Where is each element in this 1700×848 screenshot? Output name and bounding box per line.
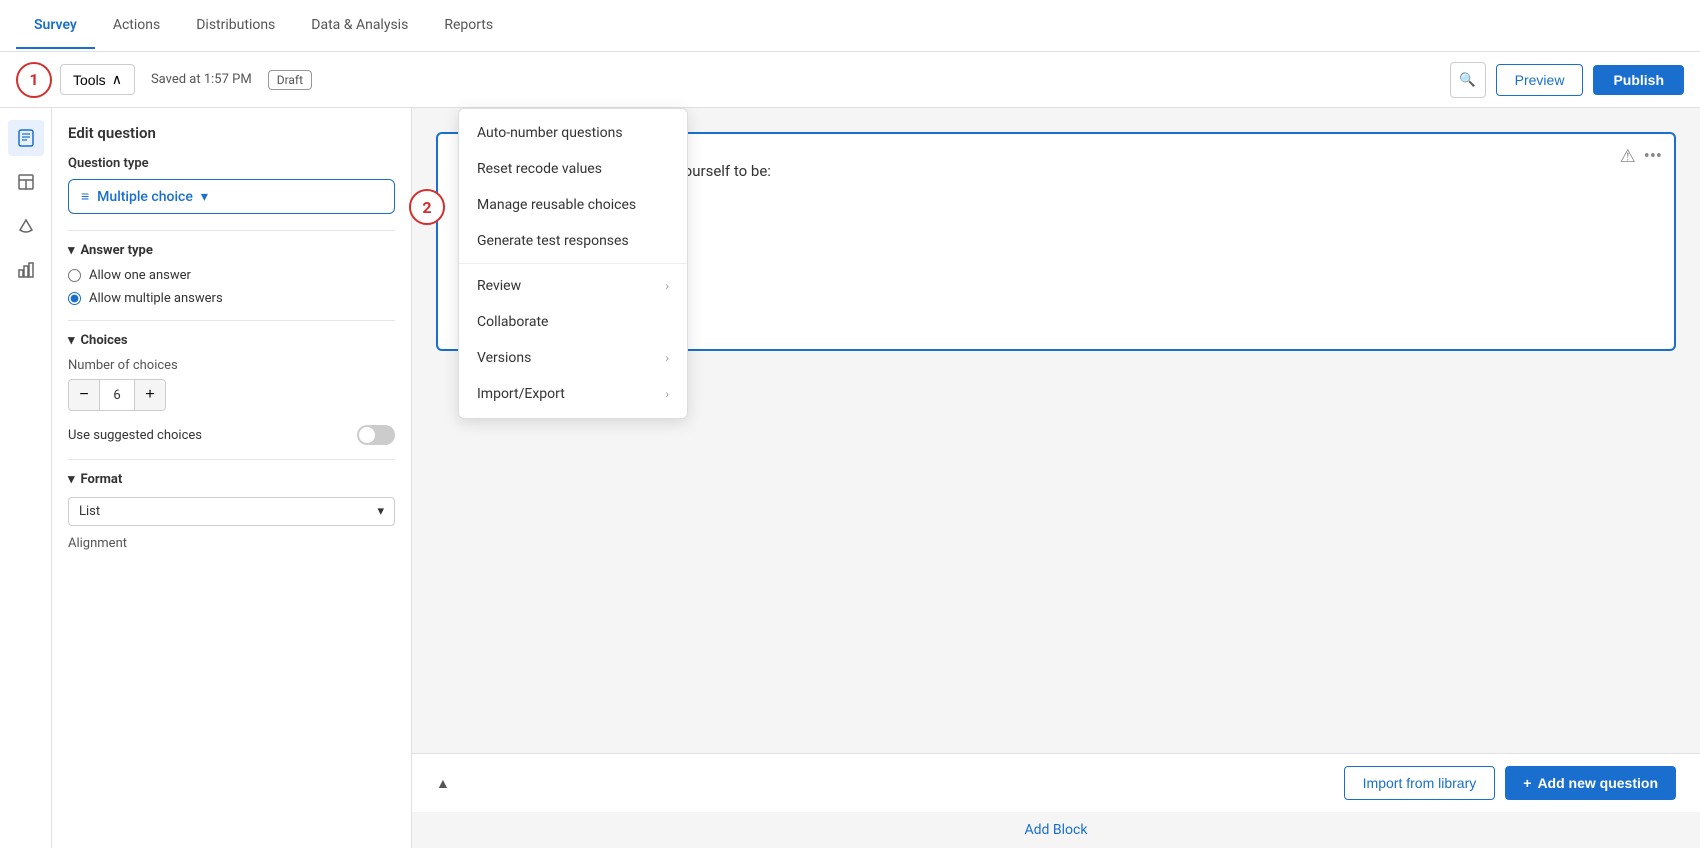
icon-sidebar: [0, 108, 52, 848]
answer-type-header[interactable]: ▾ Answer type: [68, 243, 395, 258]
use-suggested-row: Use suggested choices: [68, 425, 395, 445]
tab-reports[interactable]: Reports: [426, 3, 511, 49]
format-value: List: [79, 504, 100, 519]
sidebar-data-icon[interactable]: [8, 252, 44, 288]
choices-chevron-icon: ▾: [68, 333, 75, 348]
reset-recode-label: Reset recode values: [477, 161, 602, 177]
add-block-bar: Add Block: [412, 812, 1700, 848]
generate-test-label: Generate test responses: [477, 233, 629, 249]
dropdown-item-import-export[interactable]: Import/Export ›: [459, 376, 687, 412]
use-suggested-label: Use suggested choices: [68, 428, 202, 443]
step-badge-2: 2: [409, 189, 445, 225]
import-export-submenu-icon: ›: [665, 387, 669, 401]
toolbar-left: 1 Tools ∧ Saved at 1:57 PM Draft: [16, 62, 1438, 98]
question-card-toolbar: ⚠ •••: [1620, 146, 1662, 167]
question-type-icon: ≡: [81, 188, 89, 205]
question-type-value: Multiple choice: [97, 189, 193, 205]
answer-type-radio-group: Allow one answer Allow multiple answers: [68, 268, 395, 306]
dropdown-item-review[interactable]: Review ›: [459, 268, 687, 304]
bottom-right-actions: Import from library + Add new question: [1344, 766, 1676, 800]
choices-header[interactable]: ▾ Choices: [68, 333, 395, 348]
format-label: Format: [81, 472, 123, 487]
allow-one-label: Allow one answer: [89, 268, 191, 283]
publish-button[interactable]: Publish: [1593, 65, 1684, 95]
more-options-icon[interactable]: •••: [1644, 146, 1662, 167]
top-navigation: Survey Actions Distributions Data & Anal…: [0, 0, 1700, 52]
toolbar-right: 🔍 Preview Publish: [1450, 62, 1684, 98]
step-badge-1: 1: [16, 62, 52, 98]
dropdown-item-versions[interactable]: Versions ›: [459, 340, 687, 376]
plus-icon: +: [1523, 775, 1531, 791]
stepper-plus-button[interactable]: +: [135, 380, 165, 410]
review-label: Review: [477, 278, 521, 294]
format-chevron-icon: ▾: [377, 504, 384, 519]
question-type-label: Question type: [68, 156, 395, 171]
add-question-label: Add new question: [1537, 775, 1658, 791]
auto-number-label: Auto-number questions: [477, 125, 623, 141]
sidebar-survey-icon[interactable]: [8, 120, 44, 156]
choices-label: Choices: [81, 333, 128, 348]
dropdown-item-auto-number[interactable]: Auto-number questions: [459, 115, 687, 151]
use-suggested-toggle[interactable]: [357, 425, 395, 445]
dropdown-item-manage-choices[interactable]: Manage reusable choices: [459, 187, 687, 223]
edit-panel: Edit question Question type ≡ Multiple c…: [52, 108, 412, 848]
sidebar-layout-icon[interactable]: [8, 164, 44, 200]
dropdown-item-generate-test[interactable]: Generate test responses: [459, 223, 687, 259]
question-type-selector[interactable]: ≡ Multiple choice ▾: [68, 179, 395, 214]
tools-chevron-icon: ∧: [112, 71, 122, 88]
tab-distributions[interactable]: Distributions: [178, 3, 293, 49]
divider-3: [68, 459, 395, 460]
collapse-button[interactable]: ▲: [436, 775, 450, 792]
dropdown-item-collaborate[interactable]: Collaborate: [459, 304, 687, 340]
tab-survey[interactable]: Survey: [16, 3, 95, 49]
tools-label: Tools: [73, 72, 106, 88]
search-icon: 🔍: [1459, 72, 1476, 88]
allow-multiple-answer-option[interactable]: Allow multiple answers: [68, 291, 395, 306]
divider-1: [68, 230, 395, 231]
dropdown-item-reset-recode[interactable]: Reset recode values: [459, 151, 687, 187]
format-header[interactable]: ▾ Format: [68, 472, 395, 487]
tools-dropdown-menu: 2 Auto-number questions Reset recode val…: [458, 108, 688, 419]
tab-data-analysis[interactable]: Data & Analysis: [293, 3, 426, 49]
versions-submenu-icon: ›: [665, 351, 669, 365]
divider-2: [68, 320, 395, 321]
bottom-bar: ▲ Import from library + Add new question: [412, 753, 1700, 812]
format-chevron-icon: ▾: [68, 472, 75, 487]
versions-label: Versions: [477, 350, 531, 366]
add-block-link[interactable]: Add Block: [1025, 822, 1088, 838]
preview-button[interactable]: Preview: [1496, 64, 1584, 96]
manage-choices-label: Manage reusable choices: [477, 197, 636, 213]
tools-button[interactable]: Tools ∧: [60, 64, 135, 95]
allow-multiple-label: Allow multiple answers: [89, 291, 223, 306]
dropdown-divider: [459, 263, 687, 264]
add-question-button[interactable]: + Add new question: [1505, 766, 1676, 800]
allow-multiple-radio[interactable]: [68, 292, 81, 305]
import-library-button[interactable]: Import from library: [1344, 766, 1496, 800]
import-export-label: Import/Export: [477, 386, 565, 402]
saved-status: Saved at 1:57 PM: [151, 72, 252, 87]
alignment-label: Alignment: [68, 536, 395, 551]
warning-icon: ⚠: [1620, 146, 1636, 167]
allow-one-answer-option[interactable]: Allow one answer: [68, 268, 395, 283]
answer-type-chevron-icon: ▾: [68, 243, 75, 258]
number-stepper: − 6 +: [68, 379, 166, 411]
main-layout: Edit question Question type ≡ Multiple c…: [0, 108, 1700, 848]
allow-one-radio[interactable]: [68, 269, 81, 282]
sidebar-paint-icon[interactable]: [8, 208, 44, 244]
tab-actions[interactable]: Actions: [95, 3, 178, 49]
question-type-chevron-icon: ▾: [201, 189, 208, 205]
format-selector[interactable]: List ▾: [68, 497, 395, 526]
review-submenu-icon: ›: [665, 279, 669, 293]
answer-type-label: Answer type: [81, 243, 153, 258]
nav-tabs: Survey Actions Distributions Data & Anal…: [16, 3, 511, 49]
collaborate-label: Collaborate: [477, 314, 548, 330]
panel-title: Edit question: [68, 124, 395, 142]
stepper-value: 6: [99, 380, 135, 410]
search-button[interactable]: 🔍: [1450, 62, 1486, 98]
main-toolbar: 1 Tools ∧ Saved at 1:57 PM Draft 🔍 Previ…: [0, 52, 1700, 108]
draft-badge: Draft: [268, 70, 312, 90]
num-choices-label: Number of choices: [68, 358, 395, 373]
stepper-minus-button[interactable]: −: [69, 380, 99, 410]
